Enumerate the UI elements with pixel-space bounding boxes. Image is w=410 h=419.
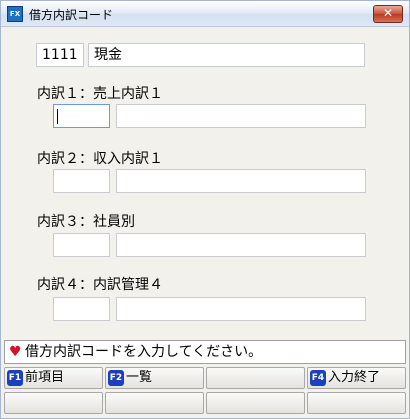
f1-key-badge: F1 xyxy=(7,370,23,386)
close-button[interactable]: ✕ xyxy=(373,5,403,23)
status-message: 借方内訳コードを入力してください。 xyxy=(25,344,263,360)
breakdown-3-code-input[interactable] xyxy=(53,233,110,257)
f1-prev-item-button[interactable]: F1 前項目 xyxy=(4,367,103,389)
breakdown-3-label: 内訳３：社員別 xyxy=(37,214,135,230)
f3-empty-button[interactable] xyxy=(206,367,305,389)
window-title: 借方内訳コード xyxy=(29,8,114,22)
account-name-field: 現金 xyxy=(88,43,365,67)
breakdown-2-name-field xyxy=(116,169,366,193)
f7-empty-button[interactable] xyxy=(206,392,305,414)
account-code-field: 1111 xyxy=(36,43,84,67)
f2-list-button[interactable]: F2 一覧 xyxy=(105,367,204,389)
heart-icon: ♥ xyxy=(9,344,22,360)
f6-empty-button[interactable] xyxy=(105,392,204,414)
breakdown-1-name-field xyxy=(116,104,366,128)
breakdown-4-name-field xyxy=(116,297,366,321)
breakdown-4-label: 内訳４：内訳管理４ xyxy=(37,277,163,293)
f8-empty-button[interactable] xyxy=(307,392,406,414)
breakdown-1-label: 内訳１：売上内訳１ xyxy=(37,86,163,102)
dialog-window: FX 借方内訳コード ✕ 1111 現金 内訳１：売上内訳１ 内訳２：収入内訳１… xyxy=(0,0,410,419)
f4-key-badge: F4 xyxy=(310,370,326,386)
breakdown-2-label: 内訳２：収入内訳１ xyxy=(37,151,163,167)
text-caret xyxy=(57,109,58,124)
breakdown-1-code-input[interactable] xyxy=(53,104,110,128)
f4-finish-input-button[interactable]: F4 入力終了 xyxy=(307,367,406,389)
title-bar[interactable]: FX 借方内訳コード ✕ xyxy=(1,1,409,27)
app-icon: FX xyxy=(7,6,23,22)
status-bar: ♥ 借方内訳コードを入力してください。 xyxy=(4,340,406,364)
f1-label: 前項目 xyxy=(25,370,65,385)
breakdown-2-code-input[interactable] xyxy=(53,169,110,193)
breakdown-4-code-input[interactable] xyxy=(53,297,110,321)
f5-empty-button[interactable] xyxy=(4,392,103,414)
breakdown-3-name-field xyxy=(116,233,366,257)
f2-label: 一覧 xyxy=(126,370,153,385)
f2-key-badge: F2 xyxy=(108,370,124,386)
f4-label: 入力終了 xyxy=(328,370,381,385)
